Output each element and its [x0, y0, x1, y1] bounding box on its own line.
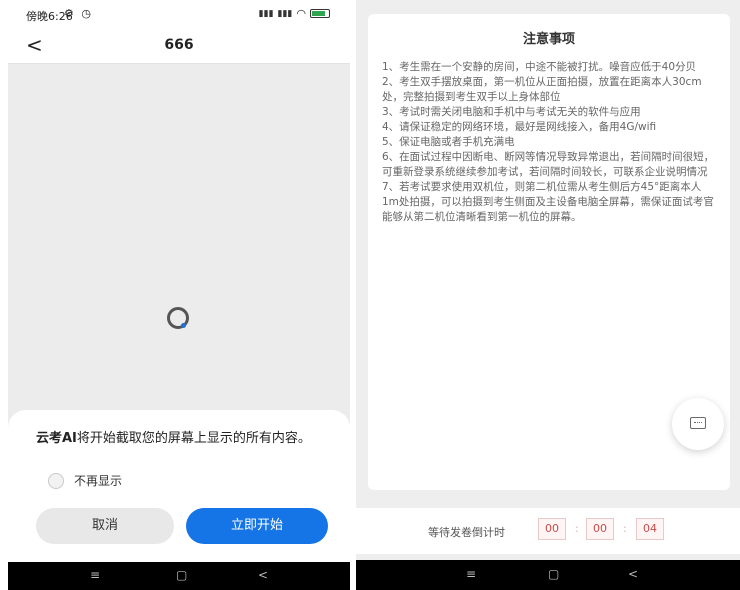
wifi-icon: ◠ [296, 7, 306, 20]
notice-item: 2、考生双手摆放桌面，第一机位从正面拍摄，放置在距离本人30cm处，完整拍摄到考… [382, 76, 702, 103]
home-icon[interactable]: ▢ [176, 568, 187, 582]
start-now-button[interactable]: 立即开始 [186, 508, 328, 544]
notice-item: 5、保证电脑或者手机充满电 [382, 136, 515, 148]
cancel-button[interactable]: 取消 [36, 508, 174, 544]
battery-icon [310, 9, 330, 18]
dialog-message: 云考AI将开始截取您的屏幕上显示的所有内容。 [36, 430, 326, 448]
countdown-separator: : [623, 522, 627, 535]
menu-icon[interactable]: ≡ [466, 567, 476, 581]
menu-icon[interactable]: ≡ [90, 568, 100, 582]
countdown-separator: : [575, 522, 579, 535]
notice-item: 6、在面试过程中因断电、断网等情况导致异常退出，若间隔时间很短，可重新登录系统继… [382, 151, 715, 178]
signal-icon: ▮▮▮ [258, 8, 274, 19]
chat-icon [690, 417, 706, 429]
system-back-icon[interactable]: < [628, 567, 638, 581]
home-icon[interactable]: ▢ [548, 567, 559, 581]
system-navigation-bar: ≡ ▢ < [8, 562, 350, 590]
countdown-minutes: 00 [586, 518, 614, 540]
countdown-label: 等待发卷倒计时 [428, 526, 505, 539]
left-phone-screen: 傍晚6:26 ⚙ ◷ ▮▮▮ ▮▮▮ ◠ < 666 云考AI将开始截取您的屏幕… [8, 0, 350, 590]
right-phone-screen: 注意事项 1、考生需在一个安静的房间，中途不能被打扰。噪音应低于40分贝 2、考… [356, 0, 740, 590]
screen-capture-dialog: 云考AI将开始截取您的屏幕上显示的所有内容。 不再显示 取消 立即开始 [8, 410, 350, 562]
content-area [8, 64, 350, 414]
dialog-app-name: 云考AI [36, 431, 77, 446]
notice-item: 3、考试时需关闭电脑和手机中与考试无关的软件与应用 [382, 106, 641, 118]
dont-show-again-option[interactable]: 不再显示 [48, 472, 122, 489]
dont-show-again-label: 不再显示 [74, 474, 123, 488]
countdown-seconds: 04 [636, 518, 664, 540]
notice-item: 1、考生需在一个安静的房间，中途不能被打扰。噪音应低于40分贝 [382, 61, 697, 73]
top-navbar: < 666 [8, 28, 350, 64]
notice-title: 注意事项 [522, 32, 575, 47]
status-right-icons: ▮▮▮ ▮▮▮ ◠ [259, 7, 330, 20]
notice-list: 1、考生需在一个安静的房间，中途不能被打扰。噪音应低于40分贝 2、考生双手摆放… [382, 60, 718, 225]
system-back-icon[interactable]: < [258, 568, 268, 582]
chat-button[interactable] [672, 398, 724, 450]
page-title: 666 [164, 37, 194, 53]
notice-item: 4、请保证稳定的网络环境，最好是网线接入，备用4G/wifi [382, 121, 657, 133]
system-navigation-bar: ≡ ▢ < [356, 560, 740, 590]
dialog-message-text: 将开始截取您的屏幕上显示的所有内容。 [76, 431, 311, 446]
radio-button-icon[interactable] [48, 472, 64, 489]
notice-card: 注意事项 1、考生需在一个安静的房间，中途不能被打扰。噪音应低于40分贝 2、考… [368, 14, 730, 490]
status-notification-icons: ⚙ ◷ [64, 7, 93, 20]
status-bar: 傍晚6:26 ⚙ ◷ ▮▮▮ ▮▮▮ ◠ [8, 0, 350, 28]
countdown-bar: 等待发卷倒计时 00 : 00 : 04 [356, 508, 740, 554]
signal-icon-2: ▮▮▮ [277, 8, 293, 19]
notice-item: 7、若考试要求使用双机位，则第二机位需从考生侧后方45°距离本人1m处拍摄，可以… [382, 181, 714, 223]
countdown-hours: 00 [538, 518, 566, 540]
loading-spinner-icon [167, 307, 189, 329]
